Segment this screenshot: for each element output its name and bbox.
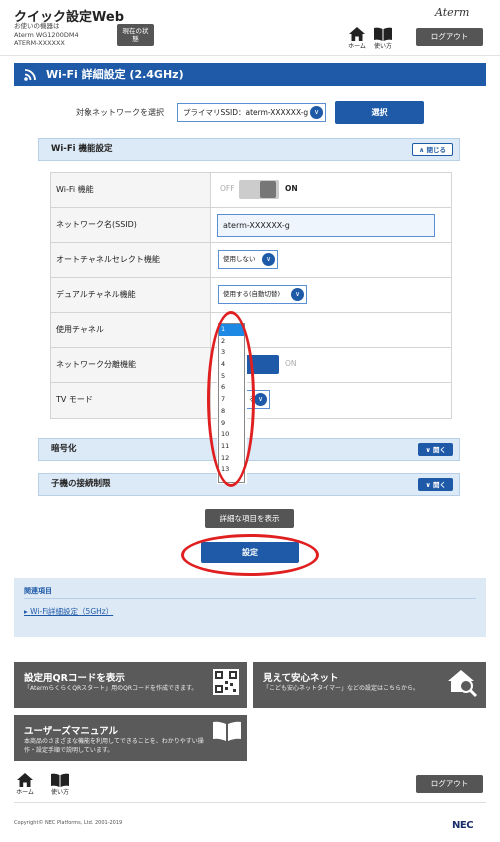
expand-button[interactable]: ∨ 開く (418, 478, 453, 491)
row-label: ネットワーク名(SSID) (51, 208, 211, 242)
footer-usage-button[interactable]: 使い方 (49, 773, 71, 796)
card-desc-line: 作・設定手順で説明しています。 (24, 747, 114, 754)
row-label: TV モード (51, 383, 211, 418)
usage-label: 使い方 (373, 43, 392, 50)
home-button[interactable]: ホーム (346, 27, 368, 50)
network-select[interactable]: プライマリSSID：aterm-XXXXXX-g ∨ (177, 103, 326, 122)
auto-channel-row: オートチャネルセレクト機能 使用しない ∨ (51, 243, 451, 278)
book-icon (213, 721, 241, 741)
current-status-label: 現在の状態 (122, 27, 149, 43)
related-link-5ghz[interactable]: ▸ Wi-Fi詳細設定（5GHz） (24, 606, 113, 617)
related-items-panel: 関連項目 ▸ Wi-Fi詳細設定（5GHz） (14, 578, 486, 637)
home-icon (17, 773, 33, 787)
brand-logo: Aterm (435, 6, 470, 19)
chevron-down-icon: ∨ (291, 288, 304, 301)
auto-channel-value: 使用しない (223, 255, 256, 263)
safe-net-card[interactable]: 見えて安心ネット 「こども安心ネットタイマー」などの設定はこちらから。 (253, 662, 486, 708)
user-manual-card[interactable]: ユーザーズマニュアル 本商品のさまざまな機能を利用してできることを、わかりやすい… (14, 715, 247, 761)
card-desc: 「こども安心ネットタイマー」などの設定はこちらから。 (263, 685, 420, 692)
ssid-input[interactable]: aterm-XXXXXX-g (217, 214, 435, 237)
nec-logo: NEC (452, 820, 474, 831)
usage-button[interactable]: 使い方 (372, 27, 394, 50)
logout-button[interactable]: ログアウト (416, 28, 483, 46)
usage-label: 使い方 (50, 789, 69, 796)
channel-row: 使用チャネル (51, 313, 451, 348)
home-icon (349, 27, 365, 41)
card-desc-line: 本商品のさまざまな機能を利用してできることを、わかりやすい操 (24, 738, 204, 745)
chevron-down-icon: ∨ (254, 393, 267, 406)
device-name: ATERM-XXXXXX (14, 39, 65, 47)
page-title: Wi-Fi 詳細設定 (2.4GHz) (46, 68, 184, 81)
header-bar: クイック設定Web お使いの機器は Aterm WG1200DM4 ATERM-… (0, 0, 500, 56)
wifi-function-row: Wi-Fi 機能 OFF ON (51, 173, 451, 208)
dual-channel-value: 使用する(自動切替) (223, 290, 281, 298)
card-title: 設定用QRコードを表示 (24, 673, 125, 684)
network-select-label: 対象ネットワークを選択 (76, 108, 164, 117)
section-title: 子機の接続制限 (51, 479, 111, 489)
select-button[interactable]: 選択 (335, 101, 424, 124)
show-details-button[interactable]: 詳細な項目を表示 (205, 509, 294, 528)
chevron-down-icon: ∨ (262, 253, 275, 266)
ssid-row: ネットワーク名(SSID) aterm-XXXXXX-g (51, 208, 451, 243)
card-title: 見えて安心ネット (263, 673, 339, 684)
wifi-icon (24, 69, 36, 81)
current-status-button[interactable]: 現在の状態 (117, 24, 154, 46)
toggle-knob (260, 181, 276, 198)
device-model: Aterm WG1200DM4 (14, 30, 79, 39)
highlight-apply-button (181, 534, 319, 576)
collapse-button[interactable]: ∧ 閉じる (411, 143, 453, 156)
copyright: Copyright© NEC Platforms, Ltd. 2001-2019 (14, 820, 123, 826)
highlight-channel-dropdown (207, 311, 255, 487)
footer-logout-button[interactable]: ログアウト (416, 775, 483, 793)
auto-channel-select[interactable]: 使用しない ∨ (218, 250, 278, 269)
client-limit-section-header[interactable]: 子機の接続制限 ∨ 開く (38, 473, 460, 496)
card-title: ユーザーズマニュアル (24, 726, 119, 737)
home-label: ホーム (16, 789, 34, 796)
footer-divider (14, 802, 486, 803)
home-search-icon (448, 670, 478, 698)
row-label: Wi-Fi 機能 (51, 173, 211, 207)
section-title: Wi-Fi 機能設定 (51, 144, 113, 154)
divider (24, 598, 476, 599)
row-label: ネットワーク分離機能 (51, 348, 211, 382)
page-title-bar: Wi-Fi 詳細設定 (2.4GHz) (14, 63, 486, 86)
wifi-off-label: OFF (220, 184, 235, 193)
dual-channel-select[interactable]: 使用する(自動切替) ∨ (218, 285, 307, 304)
home-label: ホーム (348, 43, 366, 50)
dual-channel-row: デュアルチャネル機能 使用する(自動切替) ∨ (51, 278, 451, 313)
card-desc: 本商品のさまざまな機能を利用してできることを、わかりやすい操 作・設定手順で説明… (24, 737, 204, 755)
row-label: オートチャネルセレクト機能 (51, 243, 211, 277)
wifi-on-label: ON (285, 184, 298, 193)
book-icon (374, 27, 392, 41)
book-icon (51, 773, 69, 787)
related-title: 関連項目 (24, 587, 52, 595)
footer-home-button[interactable]: ホーム (14, 773, 36, 796)
wifi-toggle[interactable] (239, 180, 279, 199)
section-title: 暗号化 (51, 444, 77, 454)
row-label: デュアルチャネル機能 (51, 278, 211, 312)
chevron-down-icon: ∨ (310, 106, 323, 119)
expand-button[interactable]: ∨ 開く (418, 443, 453, 456)
card-desc: 「AtermらくらくQRスタート」用のQRコードを作成できます。 (24, 685, 198, 692)
isolation-on-label: ON (285, 359, 297, 368)
network-select-value: プライマリSSID：aterm-XXXXXX-g (183, 108, 309, 117)
qr-code-card[interactable]: 設定用QRコードを表示 「AtermらくらくQRスタート」用のQRコードを作成で… (14, 662, 247, 708)
row-label: 使用チャネル (51, 313, 211, 347)
qr-code-icon (213, 669, 239, 695)
wifi-function-section-header[interactable]: Wi-Fi 機能設定 ∧ 閉じる (38, 138, 460, 161)
device-label: お使いの機器は (14, 22, 60, 30)
device-info: お使いの機器は Aterm WG1200DM4 ATERM-XXXXXX (14, 22, 79, 48)
